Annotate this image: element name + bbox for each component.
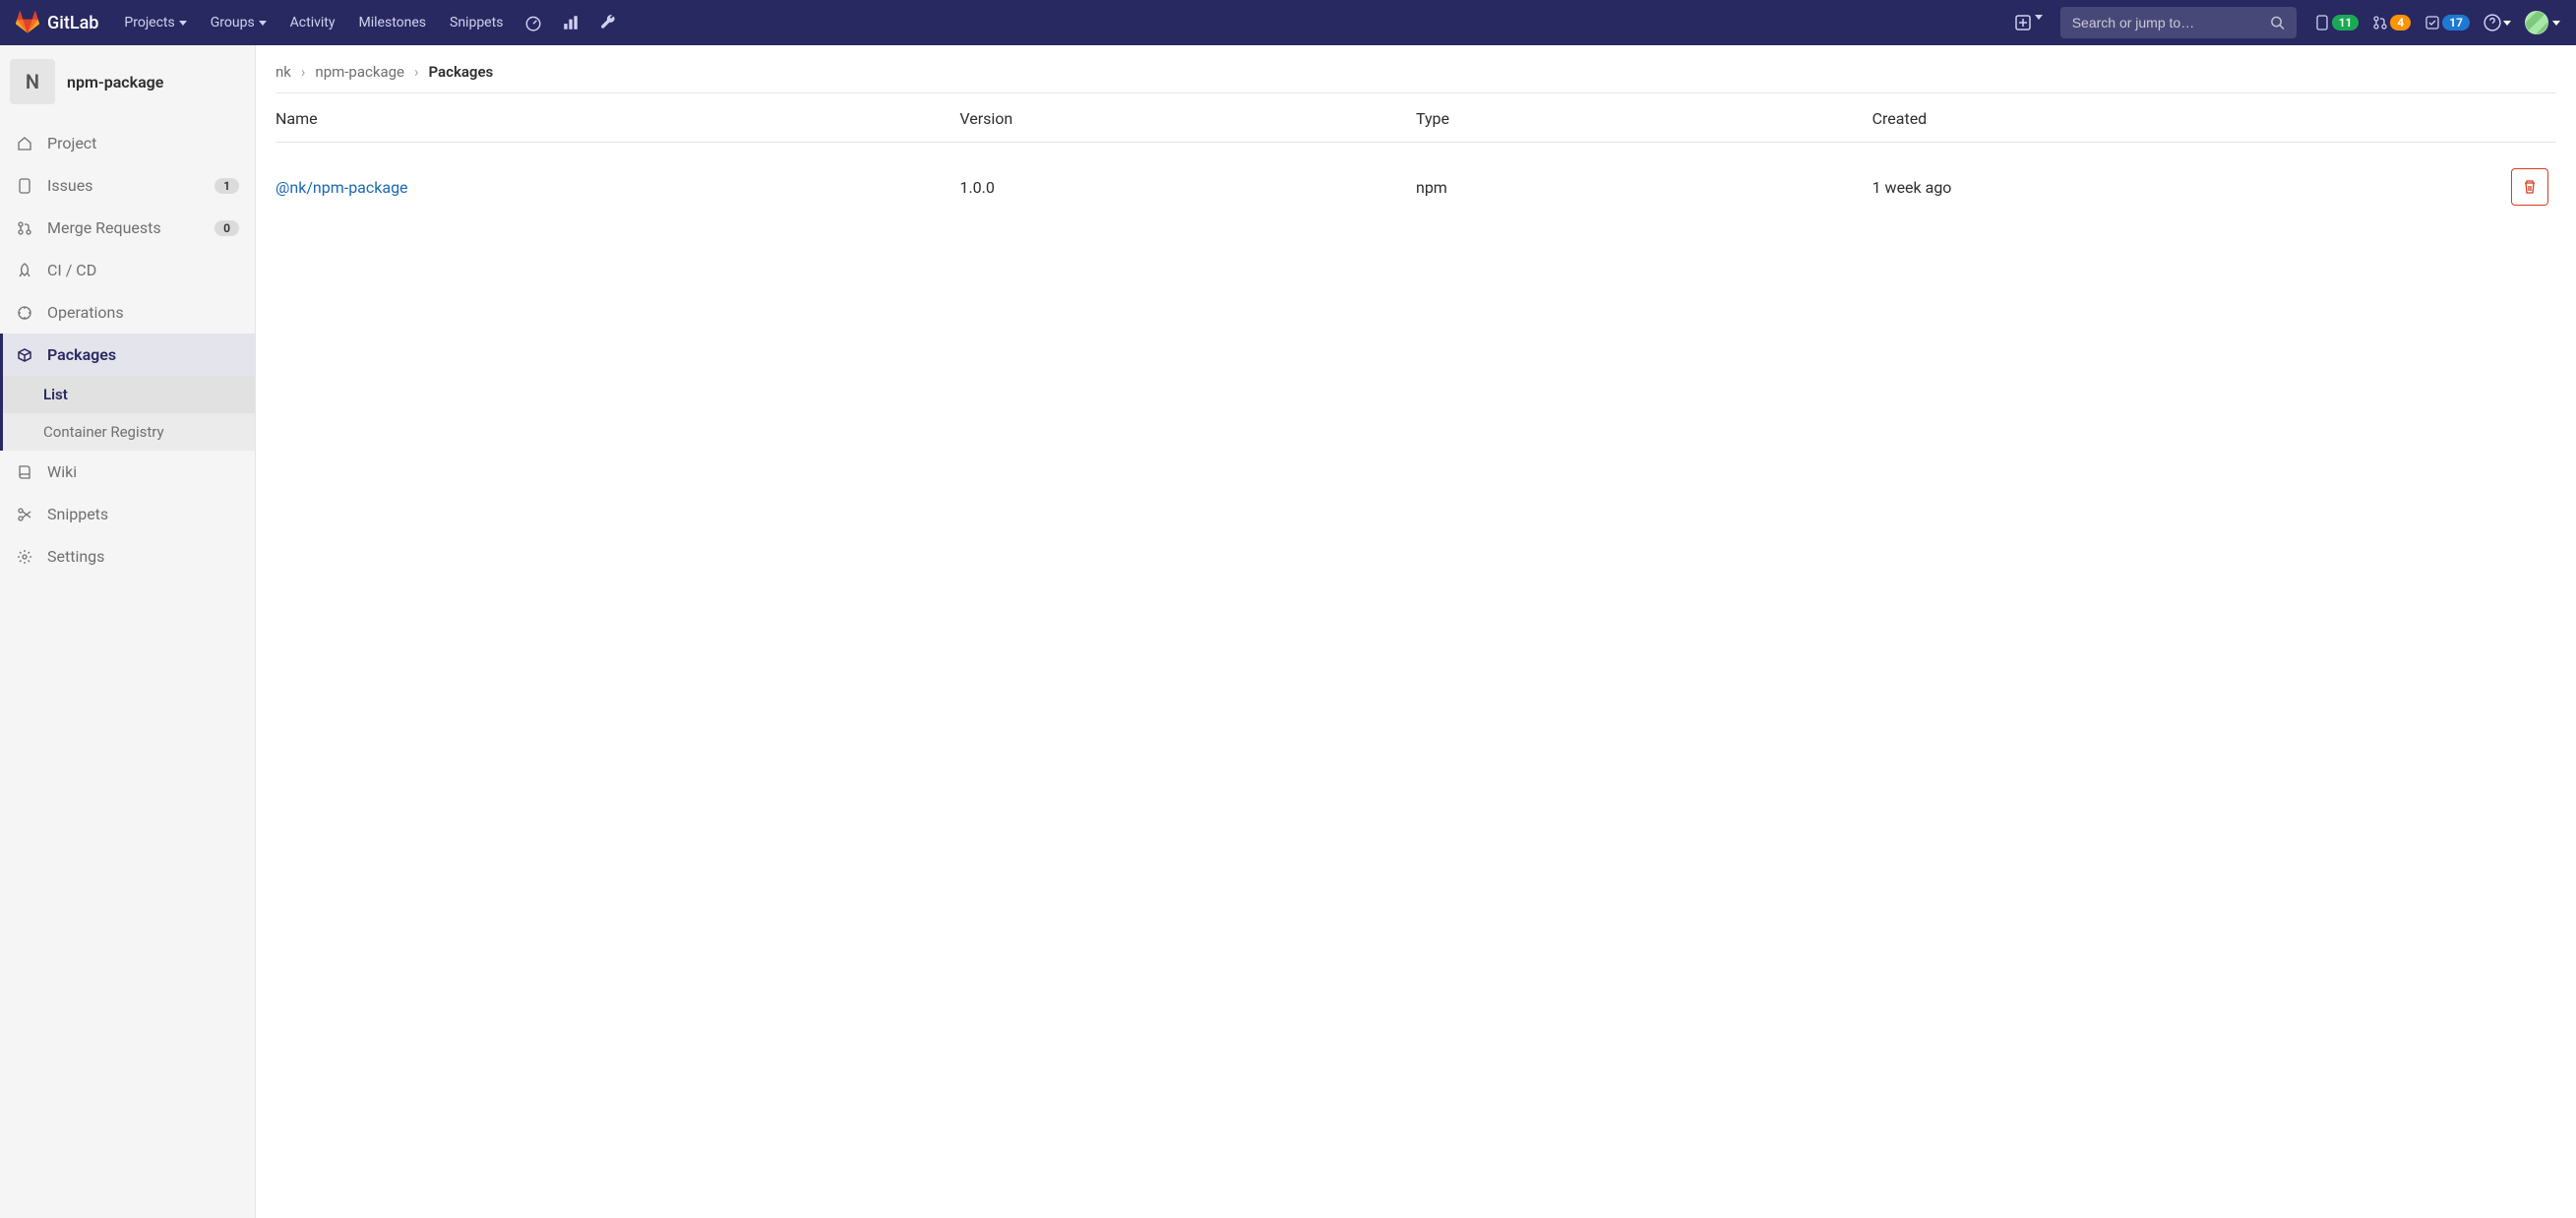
issues-icon xyxy=(2314,15,2330,30)
gear-icon xyxy=(16,548,33,566)
chevron-down-icon xyxy=(2552,21,2560,26)
sidebar-item-cicd[interactable]: CI / CD xyxy=(0,249,255,291)
nav-projects-label: Projects xyxy=(124,15,174,30)
sidebar: N npm-package Project Issues 1 Merge Req… xyxy=(0,45,256,1218)
dashboard-icon[interactable] xyxy=(517,6,550,39)
table-row: @nk/npm-package 1.0.0 npm 1 week ago xyxy=(276,143,2556,232)
chevron-right-icon: › xyxy=(414,63,419,81)
packages-submenu: List Container Registry xyxy=(0,376,255,451)
sidebar-item-label: Project xyxy=(47,134,96,152)
admin-wrench-icon[interactable] xyxy=(591,6,625,39)
rocket-icon xyxy=(16,262,33,279)
issues-icon xyxy=(16,177,33,195)
user-menu[interactable] xyxy=(2525,11,2560,34)
brand-name: GitLab xyxy=(47,13,98,33)
chart-icon[interactable] xyxy=(554,6,587,39)
sidebar-item-label: Issues xyxy=(47,176,92,195)
breadcrumb-current: Packages xyxy=(429,63,494,81)
status-badges: 11 4 17 xyxy=(2314,15,2470,30)
breadcrumb: nk › npm-package › Packages xyxy=(276,63,2556,92)
merge-request-icon xyxy=(16,219,33,237)
chevron-down-icon xyxy=(179,21,187,26)
nav-groups[interactable]: Groups xyxy=(201,7,276,38)
col-version: Version xyxy=(959,93,1416,143)
mr-count-badge: 0 xyxy=(215,220,239,236)
new-dropdown[interactable] xyxy=(2007,7,2050,38)
nav-snippets[interactable]: Snippets xyxy=(440,7,513,38)
todos-badge: 17 xyxy=(2442,15,2470,30)
todos-icon xyxy=(2424,15,2440,30)
help-dropdown[interactable] xyxy=(2484,14,2511,31)
issues-counter[interactable]: 11 xyxy=(2314,15,2360,30)
sidebar-item-snippets[interactable]: Snippets xyxy=(0,493,255,535)
sidebar-subitem-list[interactable]: List xyxy=(3,376,255,413)
merge-request-icon xyxy=(2372,15,2388,30)
col-created: Created xyxy=(1872,93,2329,143)
sidebar-subitem-label: Container Registry xyxy=(43,423,164,441)
col-name: Name xyxy=(276,93,959,143)
home-icon xyxy=(16,135,33,152)
top-navbar: GitLab Projects Groups Activity Mileston… xyxy=(0,0,2576,45)
package-icon xyxy=(16,346,33,364)
sidebar-item-label: Operations xyxy=(47,303,124,322)
package-type: npm xyxy=(1416,143,1872,232)
packages-table: Name Version Type Created @nk/npm-packag… xyxy=(276,93,2556,231)
brand[interactable]: GitLab xyxy=(16,11,98,34)
gitlab-logo-icon xyxy=(16,11,39,34)
trash-icon xyxy=(2522,179,2538,195)
sidebar-item-wiki[interactable]: Wiki xyxy=(0,451,255,493)
book-icon xyxy=(16,463,33,481)
sidebar-item-label: Packages xyxy=(47,345,116,364)
chevron-down-icon xyxy=(259,21,267,26)
col-type: Type xyxy=(1416,93,1872,143)
sidebar-item-operations[interactable]: Operations xyxy=(0,291,255,334)
scissors-icon xyxy=(16,506,33,523)
project-name: npm-package xyxy=(67,73,163,91)
nav-activity[interactable]: Activity xyxy=(280,7,345,38)
sidebar-item-label: Settings xyxy=(47,547,104,566)
search-input[interactable] xyxy=(2072,15,2270,30)
sidebar-item-label: Wiki xyxy=(47,462,77,481)
breadcrumb-link[interactable]: nk xyxy=(276,63,291,81)
mr-counter[interactable]: 4 xyxy=(2372,15,2411,30)
sidebar-item-issues[interactable]: Issues 1 xyxy=(0,164,255,207)
nav-snippets-label: Snippets xyxy=(450,15,503,30)
project-avatar: N xyxy=(10,59,55,104)
nav-activity-label: Activity xyxy=(290,15,336,30)
nav-groups-label: Groups xyxy=(211,15,255,30)
main-content: nk › npm-package › Packages Name Version… xyxy=(256,45,2576,1218)
sidebar-subitem-container-registry[interactable]: Container Registry xyxy=(3,413,255,451)
nav-milestones[interactable]: Milestones xyxy=(349,7,437,38)
package-name-link[interactable]: @nk/npm-package xyxy=(276,178,408,197)
package-version: 1.0.0 xyxy=(959,143,1416,232)
avatar xyxy=(2525,11,2548,34)
operations-icon xyxy=(16,304,33,322)
nav-milestones-label: Milestones xyxy=(359,15,427,30)
chevron-right-icon: › xyxy=(301,63,306,81)
delete-button[interactable] xyxy=(2511,168,2548,206)
sidebar-subitem-label: List xyxy=(43,386,68,403)
package-created: 1 week ago xyxy=(1872,143,2329,232)
sidebar-item-settings[interactable]: Settings xyxy=(0,535,255,578)
mr-badge: 4 xyxy=(2390,15,2411,30)
sidebar-item-merge-requests[interactable]: Merge Requests 0 xyxy=(0,207,255,249)
sidebar-item-project[interactable]: Project xyxy=(0,122,255,164)
sidebar-item-label: Snippets xyxy=(47,505,108,523)
help-icon xyxy=(2484,14,2501,31)
breadcrumb-link[interactable]: npm-package xyxy=(315,63,404,81)
sidebar-item-packages[interactable]: Packages xyxy=(0,334,255,376)
chevron-down-icon xyxy=(2035,15,2043,20)
chevron-down-icon xyxy=(2503,21,2511,26)
nav-projects[interactable]: Projects xyxy=(114,7,196,38)
primary-nav: Projects Groups Activity Milestones Snip… xyxy=(114,6,625,39)
todos-counter[interactable]: 17 xyxy=(2424,15,2470,30)
sidebar-item-label: CI / CD xyxy=(47,261,96,279)
project-header[interactable]: N npm-package xyxy=(0,45,255,118)
issues-badge: 11 xyxy=(2332,15,2360,30)
sidebar-item-label: Merge Requests xyxy=(47,218,161,237)
search-icon xyxy=(2270,15,2285,30)
search-box[interactable] xyxy=(2060,7,2297,38)
issues-count-badge: 1 xyxy=(215,178,239,194)
